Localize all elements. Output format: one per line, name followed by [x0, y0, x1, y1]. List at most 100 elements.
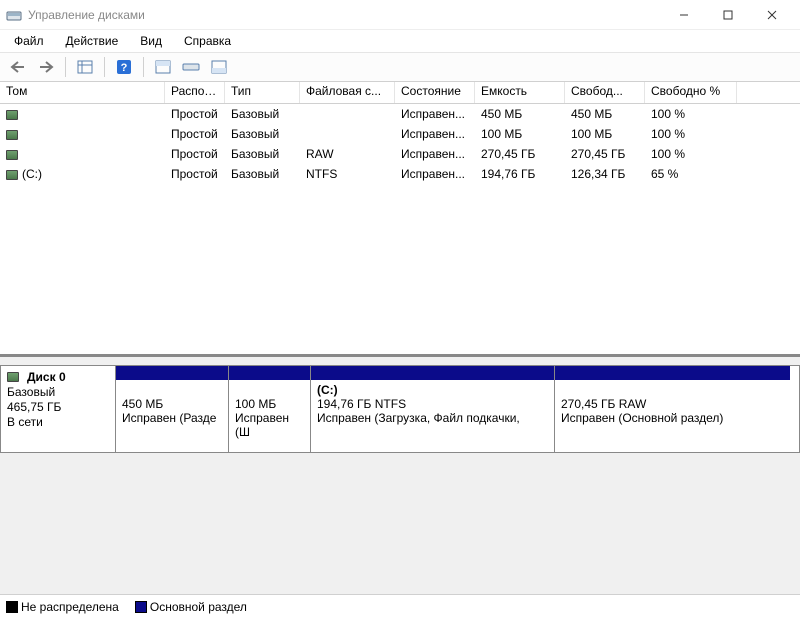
volume-row[interactable]: ПростойБазовыйИсправен...100 МБ100 МБ100…: [0, 124, 800, 144]
partition-header-stripe: [311, 366, 554, 380]
volume-freepct: 100 %: [645, 106, 737, 122]
partition[interactable]: 100 МБИсправен (Ш: [228, 366, 310, 452]
disk-type: Базовый: [7, 385, 109, 399]
menu-file[interactable]: Файл: [4, 32, 54, 50]
col-fs[interactable]: Файловая с...: [300, 82, 395, 103]
volume-status: Исправен...: [395, 166, 475, 182]
volume-fs: NTFS: [300, 166, 395, 182]
disk-graphical-panel: Диск 0 Базовый 465,75 ГБ В сети 450 МБИс…: [0, 357, 800, 594]
col-status[interactable]: Состояние: [395, 82, 475, 103]
legend-primary: Основной раздел: [135, 600, 247, 614]
partition[interactable]: (C:)194,76 ГБ NTFSИсправен (Загрузка, Фа…: [310, 366, 554, 452]
col-free[interactable]: Свобод...: [565, 82, 645, 103]
col-layout[interactable]: Располо...: [165, 82, 225, 103]
volume-capacity: 100 МБ: [475, 126, 565, 142]
partition-header-stripe: [116, 366, 228, 380]
col-volume[interactable]: Том: [0, 82, 165, 103]
view-bottom-button[interactable]: [207, 55, 231, 79]
menu-help[interactable]: Справка: [174, 32, 241, 50]
partition-status: Исправен (Основной раздел): [561, 411, 784, 425]
legend-swatch-blue: [135, 601, 147, 613]
help-button[interactable]: ?: [112, 55, 136, 79]
volume-fs: [300, 113, 395, 115]
window-title: Управление дисками: [28, 8, 662, 22]
partition-status: Исправен (Разде: [122, 411, 222, 425]
partition-status: Исправен (Загрузка, Файл подкачки,: [317, 411, 548, 425]
legend-unallocated: Не распределена: [6, 600, 119, 614]
volume-freepct: 65 %: [645, 166, 737, 182]
volume-layout: Простой: [165, 106, 225, 122]
app-icon: [6, 7, 22, 23]
col-type[interactable]: Тип: [225, 82, 300, 103]
nav-forward-button[interactable]: [34, 55, 58, 79]
disk-legend: Диск 0 Базовый 465,75 ГБ В сети: [1, 366, 116, 452]
legend-bar: Не распределена Основной раздел: [0, 594, 800, 618]
volume-name: (C:): [22, 167, 42, 181]
volume-icon: [6, 150, 18, 160]
volume-type: Базовый: [225, 166, 300, 182]
volume-fs: [300, 133, 395, 135]
partition-size: 100 МБ: [235, 397, 304, 411]
volume-status: Исправен...: [395, 126, 475, 142]
volume-row[interactable]: ПростойБазовыйИсправен...450 МБ450 МБ100…: [0, 104, 800, 124]
volume-free: 126,34 ГБ: [565, 166, 645, 182]
legend-primary-label: Основной раздел: [150, 600, 247, 614]
disk-row[interactable]: Диск 0 Базовый 465,75 ГБ В сети 450 МБИс…: [0, 365, 800, 453]
legend-unallocated-label: Не распределена: [21, 600, 119, 614]
volume-type: Базовый: [225, 106, 300, 122]
partition-name: (C:): [317, 383, 548, 397]
nav-back-button[interactable]: [6, 55, 30, 79]
view-disk-button[interactable]: [179, 55, 203, 79]
partitions-container: 450 МБИсправен (Разде100 МБИсправен (Ш(C…: [116, 366, 799, 452]
toolbar-separator: [65, 57, 66, 77]
svg-text:?: ?: [121, 62, 128, 74]
volume-list-body: ПростойБазовыйИсправен...450 МБ450 МБ100…: [0, 104, 800, 184]
volume-free: 450 МБ: [565, 106, 645, 122]
disk-icon: [7, 372, 19, 382]
volume-type: Базовый: [225, 126, 300, 142]
volume-fs: RAW: [300, 146, 395, 162]
volume-row[interactable]: (C:)ПростойБазовыйNTFSИсправен...194,76 …: [0, 164, 800, 184]
partition-size: 194,76 ГБ NTFS: [317, 397, 548, 411]
view-list-button[interactable]: [73, 55, 97, 79]
minimize-button[interactable]: [662, 1, 706, 29]
volume-list-panel: Том Располо... Тип Файловая с... Состоян…: [0, 82, 800, 357]
disk-state: В сети: [7, 415, 109, 429]
volume-row[interactable]: ПростойБазовыйRAWИсправен...270,45 ГБ270…: [0, 144, 800, 164]
volume-free: 100 МБ: [565, 126, 645, 142]
volume-status: Исправен...: [395, 146, 475, 162]
volume-icon: [6, 110, 18, 120]
volume-icon: [6, 170, 18, 180]
partition-size: 450 МБ: [122, 397, 222, 411]
volume-layout: Простой: [165, 146, 225, 162]
maximize-button[interactable]: [706, 1, 750, 29]
partition[interactable]: 450 МБИсправен (Разде: [116, 366, 228, 452]
partition[interactable]: 270,45 ГБ RAWИсправен (Основной раздел): [554, 366, 790, 452]
volume-freepct: 100 %: [645, 126, 737, 142]
menu-view[interactable]: Вид: [130, 32, 172, 50]
volume-capacity: 194,76 ГБ: [475, 166, 565, 182]
volume-freepct: 100 %: [645, 146, 737, 162]
col-freepct[interactable]: Свободно %: [645, 82, 737, 103]
toolbar-separator: [104, 57, 105, 77]
disk-label: Диск 0: [27, 370, 66, 384]
title-bar: Управление дисками: [0, 0, 800, 30]
volume-free: 270,45 ГБ: [565, 146, 645, 162]
partition-header-stripe: [229, 366, 310, 380]
close-button[interactable]: [750, 1, 794, 29]
toolbar-separator: [143, 57, 144, 77]
view-top-button[interactable]: [151, 55, 175, 79]
volume-list-header: Том Располо... Тип Файловая с... Состоян…: [0, 82, 800, 104]
volume-layout: Простой: [165, 126, 225, 142]
col-capacity[interactable]: Емкость: [475, 82, 565, 103]
volume-status: Исправен...: [395, 106, 475, 122]
volume-capacity: 450 МБ: [475, 106, 565, 122]
volume-type: Базовый: [225, 146, 300, 162]
menu-action[interactable]: Действие: [56, 32, 129, 50]
legend-swatch-black: [6, 601, 18, 613]
toolbar: ?: [0, 52, 800, 82]
volume-capacity: 270,45 ГБ: [475, 146, 565, 162]
partition-status: Исправен (Ш: [235, 411, 304, 439]
menu-bar: Файл Действие Вид Справка: [0, 30, 800, 52]
partition-header-stripe: [555, 366, 790, 380]
